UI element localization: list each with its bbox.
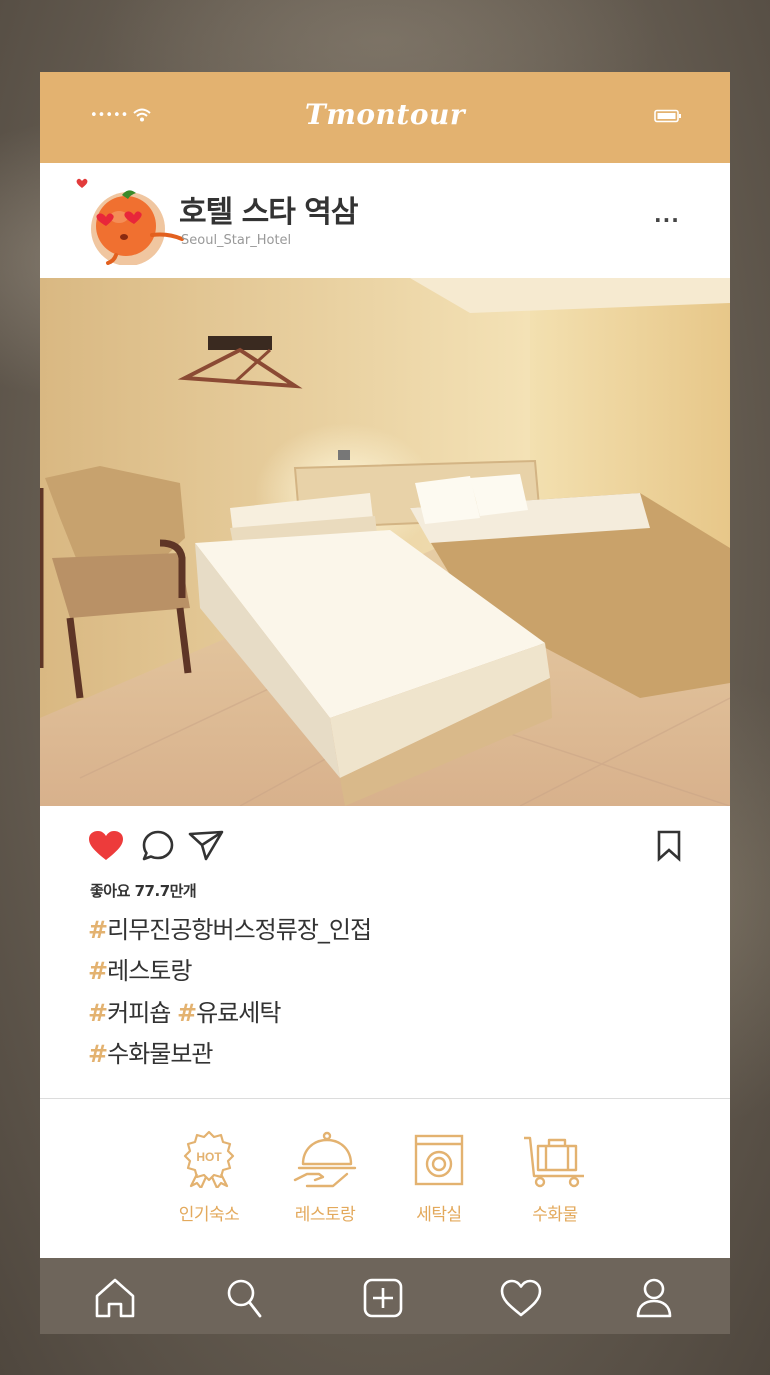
add-icon[interactable] [361,1276,405,1320]
amenity-luggage[interactable]: 수화물 [500,1130,610,1225]
amenity-label: 수화물 [532,1205,578,1225]
hashtag-line: #수화물보관 [88,1034,214,1069]
amenity-popular[interactable]: HOT 인기숙소 [154,1130,264,1225]
hashtag-line: #커피숍 #유료세탁 [88,993,281,1028]
post-header: 호텔 스타 역삼 Seoul_Star_Hotel ... [40,163,730,278]
hashtag-text: 유료세탁 [196,999,281,1027]
like-count[interactable]: 좋아요 77.7만개 [90,880,197,901]
amenity-label: 인기숙소 [178,1205,240,1225]
amenity-label: 세탁실 [416,1205,462,1225]
status-bar: ••••• Tmontour [40,72,730,163]
luggage-cart-icon [524,1136,584,1188]
hotel-username[interactable]: Seoul_Star_Hotel [181,233,291,248]
home-icon[interactable] [93,1276,137,1320]
amenity-label: 레스토랑 [294,1205,356,1225]
hashtag-text: 리무진공항버스정류장_인접 [107,916,372,944]
hashtag-link[interactable]: #리무진공항버스정류장_인접 [88,916,372,944]
app-logo: Tmontour [304,98,466,131]
hashtag-link[interactable]: #레스토랑 [88,957,192,985]
hashtag-link[interactable]: #수화물보관 [88,1040,214,1068]
cloche-icon [293,1131,357,1188]
comment-icon[interactable] [141,830,175,862]
bottom-tab-bar [40,1258,730,1334]
hashtag-text: 수화물보관 [107,1040,213,1068]
hashtag-line: #레스토랑 [88,951,192,986]
phone-frame: ••••• Tmontour 호텔 스타 역삼 Seoul_Star_Hotel… [40,72,730,1334]
search-icon[interactable] [223,1276,267,1320]
hashtag-symbol: # [88,916,108,944]
hotel-name[interactable]: 호텔 스타 역삼 [179,187,358,231]
like-heart-icon[interactable] [88,830,124,862]
bookmark-icon[interactable] [656,830,682,862]
amenity-restaurant[interactable]: 레스토랑 [270,1130,380,1225]
more-options-icon[interactable]: ... [654,203,680,227]
hashtag-line: #리무진공항버스정류장_인접 [88,910,372,945]
hashtag-symbol: # [88,1040,108,1068]
washing-machine-icon [414,1134,464,1186]
avatar[interactable] [76,173,186,265]
hashtag-text: 레스토랑 [107,957,192,985]
battery-icon [654,109,681,123]
amenity-laundry[interactable]: 세탁실 [384,1130,494,1225]
hashtag-link[interactable]: #커피숍 [88,999,177,1027]
post-actions [40,806,730,876]
divider [40,1098,730,1099]
hashtag-text: 커피숍 [107,999,177,1027]
profile-icon[interactable] [632,1276,676,1320]
hashtag-symbol: # [176,999,197,1027]
svg-text:HOT: HOT [196,1150,222,1164]
hashtag-symbol: # [88,999,108,1027]
hashtag-link[interactable]: #유료세탁 [176,999,281,1027]
share-send-icon[interactable] [188,830,224,862]
hashtag-symbol: # [88,957,108,985]
post-photo [40,278,730,806]
heart-icon[interactable] [499,1276,543,1320]
hot-badge-icon: HOT [183,1130,235,1188]
